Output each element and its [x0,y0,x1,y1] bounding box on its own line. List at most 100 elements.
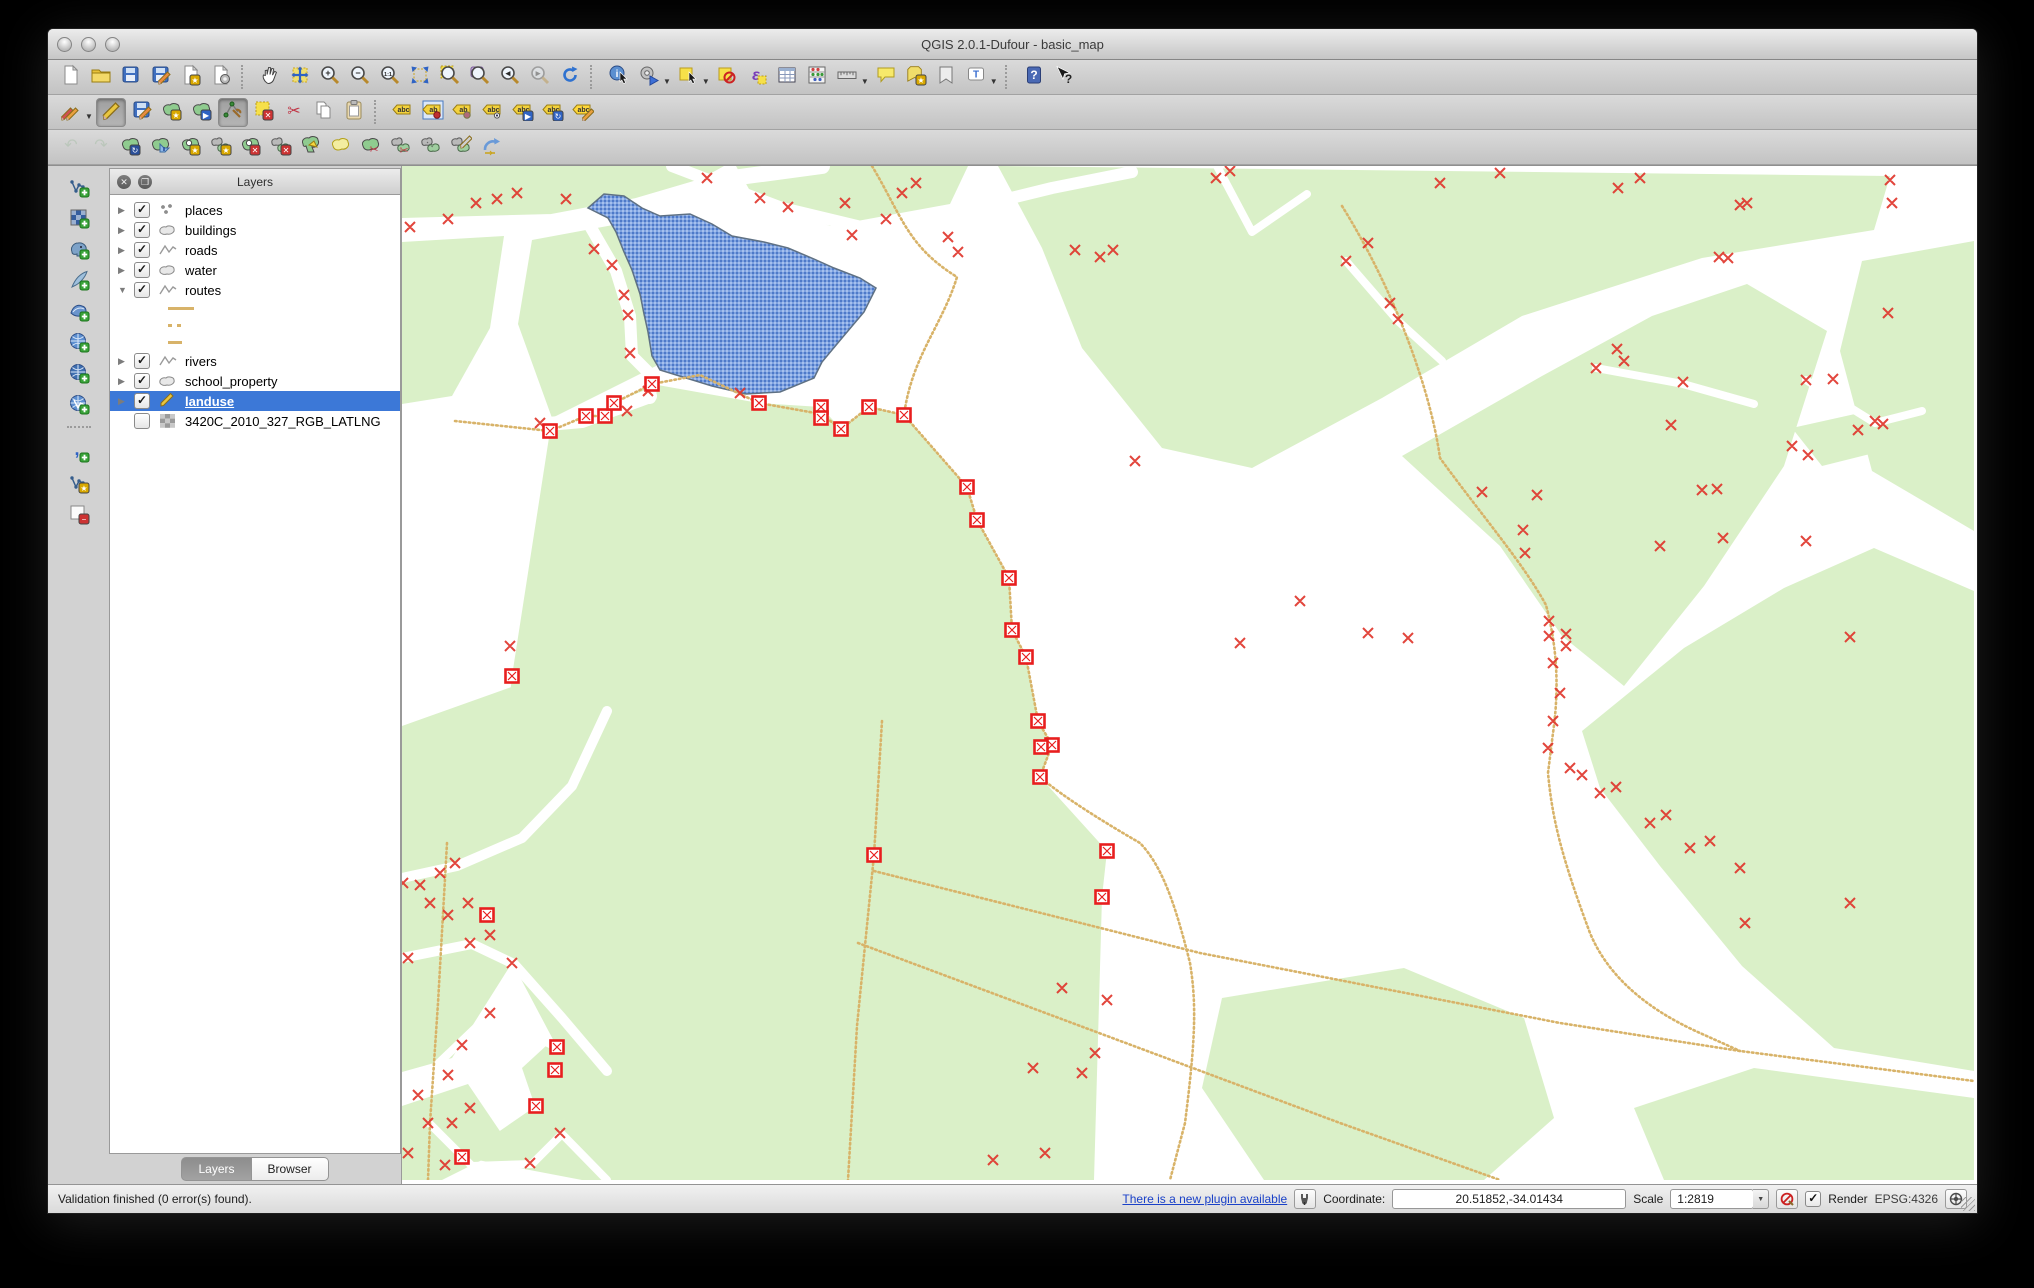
new-shapefile-layer-button[interactable]: ★ [65,472,93,499]
zoom-to-selection-button[interactable] [436,64,464,91]
zoom-last-button[interactable]: ◂ [496,64,524,91]
add-spatialite-layer-button[interactable] [65,269,93,296]
show-bookmarks-button[interactable] [932,64,960,91]
scale-combo-arrow-icon[interactable]: ▼ [1753,1189,1770,1209]
reshape-features-button[interactable] [297,134,325,161]
map-refresh-button[interactable] [556,64,584,91]
delete-part-button[interactable]: ✕ [267,134,295,161]
add-mssql-layer-button[interactable] [65,300,93,327]
layer-visibility-checkbox[interactable] [134,413,150,429]
map-canvas[interactable] [401,166,1977,1184]
delete-ring-button[interactable]: ✕ [237,134,265,161]
move-feature-button[interactable]: ▶ [188,99,216,126]
save-layer-edits-button[interactable] [128,99,156,126]
add-oracle-layer-button[interactable] [65,331,93,358]
simplify-feature-button[interactable] [147,134,175,161]
scale-combo[interactable]: 1:2819 [1670,1189,1755,1209]
merge-attributes-button[interactable] [447,134,475,161]
collapse-triangle-icon[interactable]: ▶ [118,265,130,276]
layer-item-rivers[interactable]: ▶ ✓ rivers [110,351,400,371]
collapse-triangle-icon[interactable]: ▶ [118,356,130,367]
resize-grip[interactable] [1961,1197,1975,1211]
collapse-triangle-icon[interactable]: ▶ [118,245,130,256]
save-project-as-button[interactable] [147,64,175,91]
run-feature-action-dropdown-arrow-icon[interactable]: ▼ [663,77,671,86]
undo-button[interactable]: ↶ [57,134,85,161]
label-move-button[interactable]: abc ▶ [509,99,537,126]
add-delimited-text-layer-button[interactable]: , [65,439,93,468]
layer-visibility-checkbox[interactable]: ✓ [134,393,150,409]
rotate-feature-button[interactable]: ↻ [117,134,145,161]
add-wfs-layer-button[interactable] [65,393,93,420]
whats-this-button[interactable]: ? [1050,64,1078,91]
collapse-triangle-icon[interactable]: ▶ [118,376,130,387]
zoom-to-layer-button[interactable] [466,64,494,91]
select-features-dropdown-arrow-icon[interactable]: ▼ [702,77,710,86]
select-by-expression-button[interactable]: ε [743,64,771,91]
offset-curve-button[interactable] [477,134,505,161]
layer-visibility-checkbox[interactable]: ✓ [134,373,150,389]
split-parts-button[interactable]: ✂ [387,134,415,161]
collapse-triangle-icon[interactable]: ▶ [118,205,130,216]
merge-features-button[interactable] [417,134,445,161]
zoom-out-button[interactable]: − [346,64,374,91]
current-edits-dropdown-arrow-icon[interactable]: ▼ [85,112,93,121]
pan-to-selection-button[interactable] [286,64,314,91]
add-feature-button[interactable]: ★ [158,99,186,126]
redo-button[interactable]: ↷ [87,134,115,161]
help-button[interactable]: ? [1020,64,1048,91]
label-properties-button[interactable]: abc [569,99,597,126]
collapse-triangle-icon[interactable]: ▶ [118,225,130,236]
labeling-button[interactable]: abc [389,99,417,126]
text-annotation-dropdown-arrow-icon[interactable]: ▼ [990,77,998,86]
save-project-button[interactable] [117,64,145,91]
new-print-composer-button[interactable]: ★ [177,64,205,91]
label-pin-button[interactable]: ab [449,99,477,126]
current-edits-button[interactable] [57,99,85,126]
copy-features-button[interactable] [310,99,338,126]
layer-visibility-checkbox[interactable]: ✓ [134,262,150,278]
measure-dropdown-arrow-icon[interactable]: ▼ [861,77,869,86]
layer-item-roads[interactable]: ▶ ✓ roads [110,240,400,260]
open-attribute-table-button[interactable] [773,64,801,91]
plugin-icon[interactable] [1294,1189,1317,1209]
layer-item-routes[interactable]: ▼ ✓ routes [110,280,400,300]
zoom-in-button[interactable]: + [316,64,344,91]
select-features-button[interactable] [674,64,702,91]
identify-features-button[interactable]: i [605,64,633,91]
layer-item-landuse[interactable]: ▶ ✓ landuse [110,391,400,411]
render-checkbox[interactable]: ✓ [1805,1191,1822,1207]
run-feature-action-button[interactable] [635,64,663,91]
label-visibility-button[interactable]: abc [479,99,507,126]
new-bookmark-button[interactable]: ★ [902,64,930,91]
add-raster-layer-button[interactable] [65,207,93,234]
label-rotate-button[interactable]: abc ↻ [539,99,567,126]
layer-visibility-checkbox[interactable]: ✓ [134,222,150,238]
map-tips-button[interactable] [872,64,900,91]
stop-render-icon[interactable] [1776,1189,1799,1209]
add-part-button[interactable]: ★ [207,134,235,161]
measure-button[interactable] [833,64,861,91]
layer-item-places[interactable]: ▶ ✓ places [110,200,400,220]
deselect-features-button[interactable] [713,64,741,91]
new-project-button[interactable] [57,64,85,91]
zoom-full-button[interactable] [406,64,434,91]
cut-features-button[interactable]: ✂ [280,99,308,126]
layer-visibility-checkbox[interactable]: ✓ [134,202,150,218]
plugin-link[interactable]: There is a new plugin available [1122,1192,1287,1206]
layer-visibility-checkbox[interactable]: ✓ [134,282,150,298]
layer-visibility-checkbox[interactable]: ✓ [134,242,150,258]
expanded-triangle-icon[interactable]: ▼ [118,285,130,295]
zoom-next-button[interactable]: ▸ [526,64,554,91]
node-tool-button[interactable] [217,97,248,127]
layer-item-3420C_2010_327_RGB_LATLNG[interactable]: 3420C_2010_327_RGB_LATLNG [110,411,400,431]
split-features-button[interactable]: ✂ [357,134,385,161]
add-ring-button[interactable]: ★ [177,134,205,161]
collapse-triangle-icon[interactable]: ▶ [118,396,130,407]
fill-ring-button[interactable] [327,134,355,161]
layer-item-school_property[interactable]: ▶ ✓ school_property [110,371,400,391]
paste-features-button[interactable] [340,99,368,126]
zoom-native-button[interactable]: 1:1 [376,64,404,91]
layer-visibility-checkbox[interactable]: ✓ [134,353,150,369]
layer-item-water[interactable]: ▶ ✓ water [110,260,400,280]
